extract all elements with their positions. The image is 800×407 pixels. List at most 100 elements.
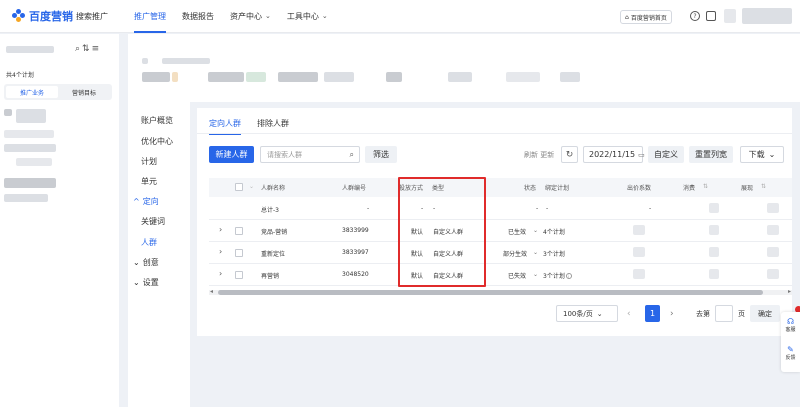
col-status[interactable]: 状态 xyxy=(524,183,536,192)
feedback-button[interactable]: ✎ 反馈 xyxy=(783,345,798,361)
chevron-down-icon[interactable]: ⌄ xyxy=(533,249,538,256)
table-row[interactable]: › 再营销 3048520 默认 自定义人群 已失效 ⌄ 3个计划 i xyxy=(209,264,792,286)
search-icon[interactable]: ⌕ xyxy=(75,44,82,54)
nav-settings[interactable]: ⌄ 设置 xyxy=(133,277,159,288)
col-audience-name[interactable]: 人群名称 xyxy=(261,183,285,192)
select-all-checkbox[interactable] xyxy=(235,183,243,191)
table-row[interactable]: › 竞品-营销 3833999 默认 自定义人群 已生效 ⌄ 4个计划 xyxy=(209,220,792,242)
expand-icon[interactable]: › xyxy=(219,269,222,278)
nav-account-overview[interactable]: 账户概览 xyxy=(141,115,173,126)
scrollbar-thumb[interactable] xyxy=(218,290,763,295)
page-size-select[interactable]: 100条/页 ⌄ xyxy=(556,305,618,322)
list-item[interactable] xyxy=(16,158,52,166)
header-metric xyxy=(172,72,178,82)
audience-name[interactable]: 再营销 xyxy=(261,271,279,280)
next-page-icon[interactable]: › xyxy=(670,305,674,322)
audience-id: 3048520 xyxy=(342,271,369,278)
list-item[interactable] xyxy=(4,130,54,138)
sort-icon[interactable]: ⇅ xyxy=(761,183,766,190)
list-item[interactable] xyxy=(16,109,46,123)
row-checkbox[interactable] xyxy=(235,227,243,235)
product-name: 搜索推广 xyxy=(76,11,108,21)
list-icon[interactable]: ≡ xyxy=(92,44,102,54)
sort-icon[interactable]: ⇅ xyxy=(82,44,92,54)
audience-panel: 定向人群 排除人群 新建人群 请搜索人群 ⌕ 筛选 刷新 更新 ↻ 2022/1… xyxy=(197,108,792,336)
header-line xyxy=(142,58,148,64)
nav-audience[interactable]: 人群 xyxy=(141,237,157,248)
date-picker[interactable]: 2022/11/15 ▭ xyxy=(583,146,645,163)
row-checkbox[interactable] xyxy=(235,271,243,279)
list-item[interactable] xyxy=(4,178,56,188)
refresh-icon[interactable]: ↻ xyxy=(561,146,578,163)
col-bound-plans[interactable]: 绑定计划 xyxy=(545,183,569,192)
list-item[interactable] xyxy=(4,144,56,152)
expand-icon[interactable]: › xyxy=(219,247,222,256)
audience-search-input[interactable]: 请搜索人群 ⌕ xyxy=(260,146,360,163)
account-menu[interactable] xyxy=(742,8,792,24)
row-checkbox[interactable] xyxy=(235,249,243,257)
account-name xyxy=(6,46,54,53)
new-audience-button[interactable]: 新建人群 xyxy=(209,146,254,163)
nav-keywords[interactable]: 关键词 xyxy=(141,216,165,227)
search-icon[interactable]: ⌕ xyxy=(350,150,354,160)
nav-data-report[interactable]: 数据报告 xyxy=(174,0,222,33)
list-item[interactable] xyxy=(4,109,12,116)
segment-promotion-business[interactable]: 推广业务 xyxy=(6,86,58,98)
search-placeholder: 请搜索人群 xyxy=(267,150,302,159)
nav-targeting[interactable]: ^ 定向 xyxy=(133,196,159,207)
download-label: 下载 xyxy=(748,150,765,159)
col-spend[interactable]: 消费 xyxy=(683,183,695,192)
message-icon[interactable] xyxy=(724,9,736,23)
col-bid-coefficient[interactable]: 出价系数 xyxy=(627,183,651,192)
audience-name[interactable]: 竞品-营销 xyxy=(261,227,287,236)
header-line xyxy=(162,58,210,64)
bound-plans[interactable]: 3个计划 i xyxy=(543,271,572,280)
info-icon[interactable]: i xyxy=(565,273,572,279)
nav-tool-center[interactable]: 工具中心 ⌄ xyxy=(279,0,336,33)
baidu-marketing-home-button[interactable]: ⌂ 百度营销首页 xyxy=(620,10,672,24)
main-nav: 推广管理 数据报告 资产中心 ⌄ 工具中心 ⌄ xyxy=(126,0,336,33)
nav-label: 工具中心 xyxy=(286,11,319,21)
bound-plans[interactable]: 4个计划 xyxy=(543,227,565,236)
filter-button[interactable]: 筛选 xyxy=(365,146,397,163)
nav-asset-center[interactable]: 资产中心 ⌄ xyxy=(222,0,279,33)
scroll-right-icon[interactable]: ▸ xyxy=(788,288,791,295)
custom-columns-button[interactable]: 自定义 xyxy=(648,146,684,163)
nav-plan[interactable]: 计划 xyxy=(141,156,157,167)
nav-unit[interactable]: 单元 xyxy=(141,176,157,187)
plan-count: 共4个计划 xyxy=(6,72,34,79)
expand-icon[interactable]: › xyxy=(219,225,222,234)
spend xyxy=(709,225,719,235)
goto-page-input[interactable] xyxy=(715,305,733,322)
nav-creative[interactable]: ⌄ 创意 xyxy=(133,257,159,268)
chevron-down-icon[interactable]: ⌄ xyxy=(533,271,538,278)
segment-marketing-goal[interactable]: 营销目标 xyxy=(58,86,110,98)
calendar-icon: ▭ xyxy=(638,150,645,159)
prev-page-icon[interactable]: ‹ xyxy=(627,305,631,322)
chevron-down-icon: ⌄ xyxy=(249,183,255,190)
nav-campaign-management[interactable]: 推广管理 xyxy=(126,0,174,33)
sort-icon[interactable]: ⇅ xyxy=(703,183,708,190)
help-icon[interactable]: ? xyxy=(690,11,700,21)
download-button[interactable]: 下载 ⌄ xyxy=(740,146,784,163)
chevron-down-icon: ⌄ xyxy=(133,278,140,287)
goto-confirm-button[interactable]: 确定 xyxy=(750,305,780,322)
bound-plans[interactable]: 3个计划 xyxy=(543,249,565,258)
chevron-down-icon[interactable]: ⌄ xyxy=(533,227,538,234)
nav-optimization-center[interactable]: 优化中心 xyxy=(141,136,173,147)
total-label: 总计-3 xyxy=(261,207,279,214)
table-row[interactable]: › 重新定位 3833997 默认 自定义人群 部分生效 ⌄ 3个计划 xyxy=(209,242,792,264)
customer-service-button[interactable]: ☊ 客服 xyxy=(783,317,798,333)
col-impressions[interactable]: 展现 xyxy=(741,183,753,192)
logo[interactable]: 百度营销 搜索推广 xyxy=(12,8,108,24)
col-audience-id[interactable]: 人群编号 xyxy=(342,183,366,192)
reset-column-width-button[interactable]: 重置列宽 xyxy=(689,146,733,163)
spend xyxy=(709,247,719,257)
scroll-left-icon[interactable]: ◂ xyxy=(210,288,213,295)
audience-name[interactable]: 重新定位 xyxy=(261,249,285,258)
account-header xyxy=(128,34,800,102)
horizontal-scrollbar[interactable]: ◂ ▸ xyxy=(209,288,792,295)
settings-icon[interactable] xyxy=(706,11,716,21)
list-item[interactable] xyxy=(4,194,48,202)
current-page[interactable]: 1 xyxy=(645,305,660,322)
